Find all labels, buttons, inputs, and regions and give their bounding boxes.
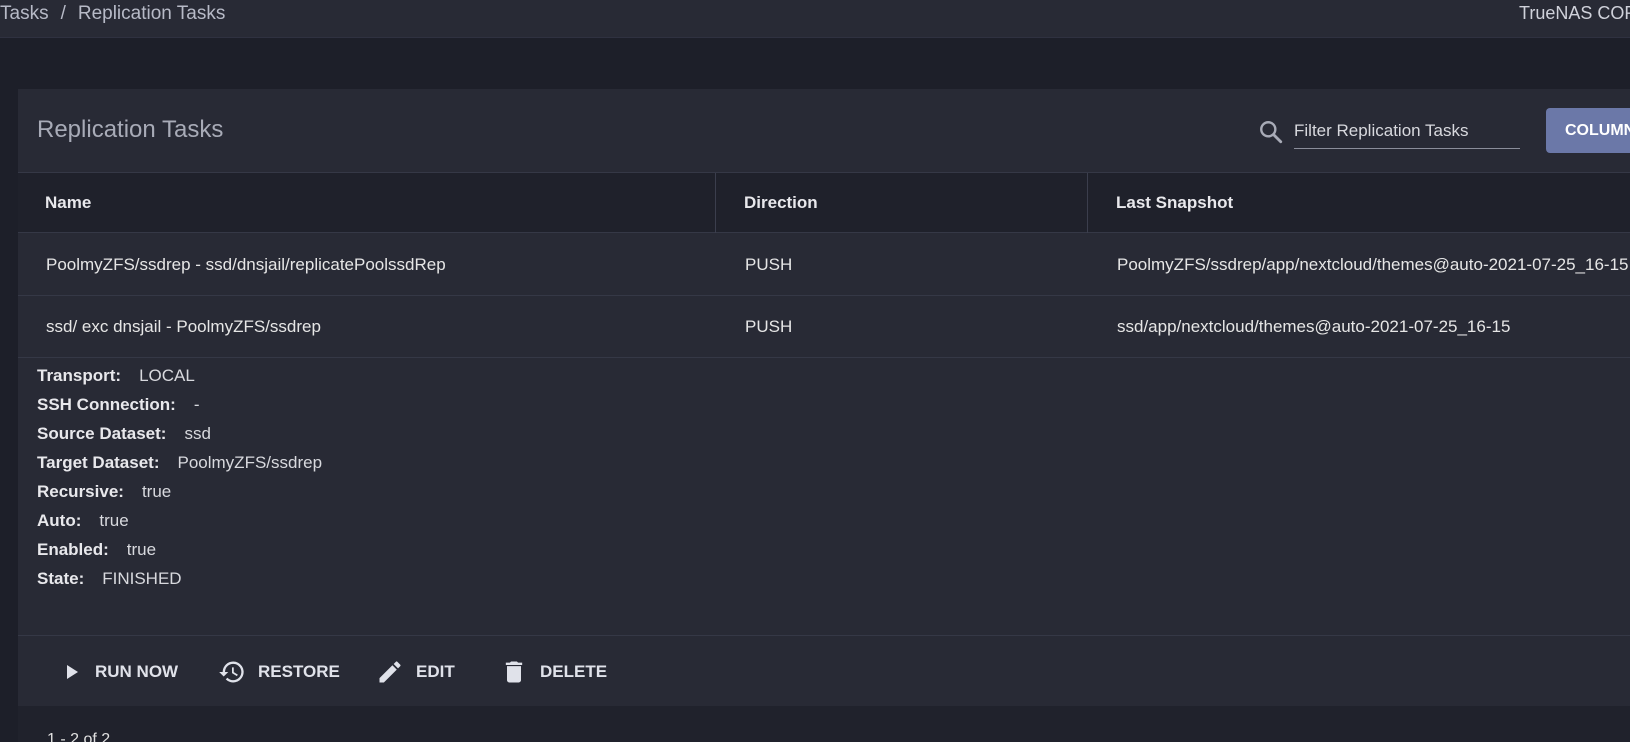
- detail-value: true: [141, 482, 172, 501]
- detail-recursive: Recursive: true: [37, 482, 171, 502]
- cell-direction: PUSH: [745, 255, 793, 274]
- delete-button[interactable]: DELETE: [500, 636, 607, 707]
- run-now-label: RUN NOW: [95, 661, 179, 681]
- detail-value: true: [99, 511, 129, 530]
- columns-button[interactable]: COLUMNS: [1546, 108, 1630, 153]
- detail-label: SSH Connection:: [37, 395, 176, 414]
- replication-tasks-card: Replication Tasks COLUMNS Name Direction…: [18, 89, 1630, 742]
- pencil-icon: [379, 660, 401, 682]
- breadcrumb-separator: /: [60, 3, 66, 24]
- table-row[interactable]: PoolmyZFS/ssdrep - ssd/dnsjail/replicate…: [18, 234, 1630, 296]
- table-footer: 1 - 2 of 2: [18, 706, 1630, 742]
- detail-source-dataset: Source Dataset: ssd: [37, 424, 211, 444]
- detail-value: ssd: [184, 424, 211, 443]
- filter-input[interactable]: [1294, 117, 1520, 149]
- play-icon: [67, 664, 78, 679]
- column-header-last-snapshot[interactable]: Last Snapshot: [1116, 173, 1233, 233]
- edit-button[interactable]: EDIT: [376, 636, 455, 707]
- cell-name: PoolmyZFS/ssdrep - ssd/dnsjail/replicate…: [46, 255, 446, 274]
- trash-icon: [505, 661, 523, 682]
- detail-label: Enabled:: [37, 540, 109, 559]
- detail-label: State:: [37, 569, 85, 588]
- detail-auto: Auto: true: [37, 511, 129, 531]
- detail-label: Transport:: [37, 366, 122, 385]
- cell-last-snapshot: ssd/app/nextcloud/themes@auto-2021-07-25…: [1117, 317, 1511, 336]
- delete-label: DELETE: [540, 661, 608, 681]
- detail-label: Source Dataset:: [37, 424, 167, 443]
- run-now-button[interactable]: RUN NOW: [59, 636, 178, 707]
- breadcrumb: Tasks / Replication Tasks: [0, 3, 225, 25]
- paginator-range: 1 - 2 of 2: [47, 731, 111, 742]
- table-row[interactable]: ssd/ exc dnsjail - PoolmyZFS/ssdrep PUSH…: [18, 296, 1630, 358]
- search-icon[interactable]: [1258, 119, 1284, 145]
- detail-label: Recursive:: [37, 482, 124, 501]
- table-header: Name Direction Last Snapshot: [18, 173, 1630, 233]
- detail-label: Target Dataset:: [37, 453, 160, 472]
- product-name: TrueNAS CORE: [1519, 3, 1630, 23]
- detail-value: true: [126, 540, 157, 559]
- top-bar: Tasks / Replication Tasks TrueNAS CORE: [0, 0, 1630, 38]
- history-icon: [219, 661, 244, 682]
- detail-enabled: Enabled: true: [37, 540, 156, 560]
- detail-ssh-connection: SSH Connection: -: [37, 395, 200, 415]
- detail-target-dataset: Target Dataset: PoolmyZFS/ssdrep: [37, 453, 322, 473]
- page-title: Replication Tasks: [37, 116, 224, 143]
- detail-state: State: FINISHED: [37, 569, 182, 589]
- card-header: Replication Tasks COLUMNS: [18, 89, 1630, 173]
- detail-value: PoolmyZFS/ssdrep: [177, 453, 323, 472]
- breadcrumb-item-tasks[interactable]: Tasks: [0, 3, 49, 24]
- task-actions: RUN NOW RESTORE EDIT DELETE: [18, 635, 1630, 706]
- column-divider[interactable]: [1087, 173, 1088, 233]
- restore-label: RESTORE: [258, 661, 340, 681]
- cell-last-snapshot: PoolmyZFS/ssdrep/app/nextcloud/themes@au…: [1117, 255, 1629, 274]
- column-header-direction[interactable]: Direction: [744, 173, 818, 233]
- detail-value: FINISHED: [102, 569, 182, 588]
- column-header-name[interactable]: Name: [45, 173, 91, 233]
- column-divider[interactable]: [715, 173, 716, 233]
- detail-transport: Transport: LOCAL: [37, 366, 195, 386]
- detail-label: Auto:: [37, 511, 82, 530]
- cell-name: ssd/ exc dnsjail - PoolmyZFS/ssdrep: [46, 317, 321, 336]
- edit-label: EDIT: [416, 661, 455, 681]
- cell-direction: PUSH: [745, 317, 793, 336]
- detail-value: LOCAL: [139, 366, 195, 385]
- breadcrumb-item-current: Replication Tasks: [77, 3, 226, 24]
- restore-button[interactable]: RESTORE: [218, 636, 340, 707]
- detail-value: -: [193, 395, 200, 414]
